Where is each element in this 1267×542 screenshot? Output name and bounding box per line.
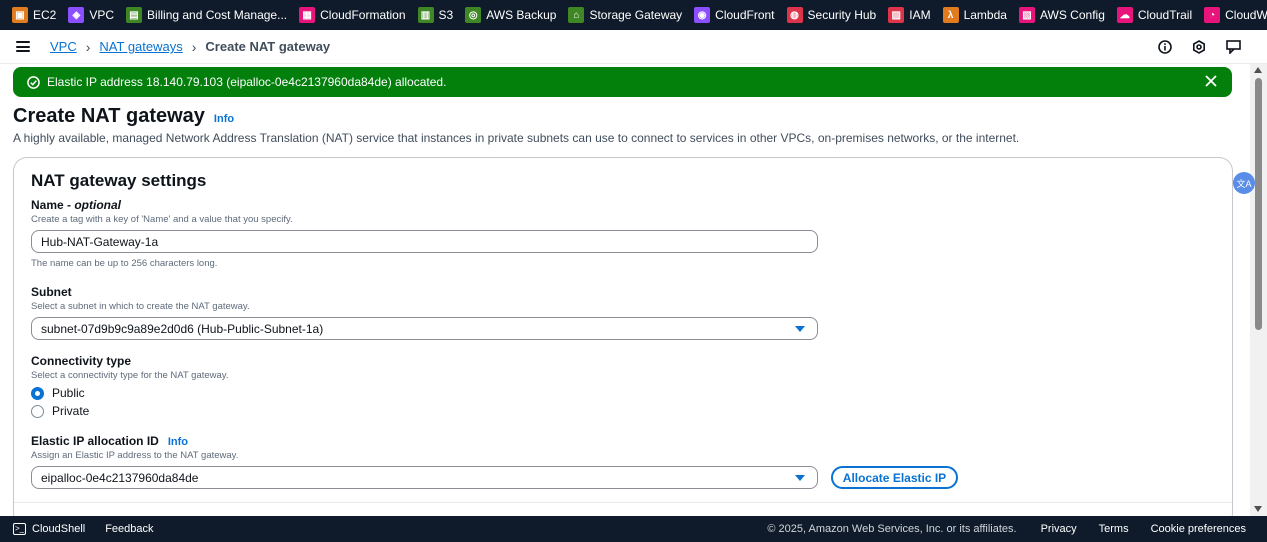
- cloudshell-button[interactable]: >_ CloudShell: [13, 523, 85, 535]
- ec2-icon: ▣: [12, 7, 28, 23]
- allocate-elastic-ip-button[interactable]: Allocate Elastic IP: [831, 466, 958, 489]
- scrollbar-thumb[interactable]: [1255, 78, 1262, 330]
- service-billing[interactable]: ▤ Billing and Cost Manage...: [126, 0, 299, 30]
- scroll-down-arrow-icon[interactable]: [1254, 506, 1262, 512]
- scroll-up-arrow-icon[interactable]: [1254, 67, 1262, 73]
- connectivity-label: Connectivity type: [31, 354, 132, 368]
- radio-selected-icon: [31, 386, 44, 400]
- vpc-icon: ◈: [68, 7, 85, 23]
- footer-links: © 2025, Amazon Web Services, Inc. or its…: [767, 516, 1246, 542]
- storage-gateway-icon: ⌂: [568, 7, 585, 23]
- service-security-hub[interactable]: ◍ Security Hub: [786, 0, 889, 30]
- section-divider: [14, 502, 1232, 503]
- subnet-select[interactable]: subnet-07d9b9c9a89e2d0d6 (Hub-Public-Sub…: [31, 317, 818, 340]
- service-aws-backup[interactable]: ◎ AWS Backup: [465, 0, 568, 30]
- scrollbar[interactable]: [1250, 64, 1267, 516]
- service-favorites-bar: ▣ EC2 ◈ VPC ▤ Billing and Cost Manage... ▦ C…: [0, 0, 1267, 30]
- service-ec2[interactable]: ▣ EC2: [12, 0, 68, 30]
- service-storage-gateway[interactable]: ⌂ Storage Gateway: [568, 0, 694, 30]
- breadcrumb-current: Create NAT gateway: [205, 39, 331, 54]
- cloudwatch-icon: ◔: [1204, 7, 1221, 23]
- section-heading: NAT gateway settings: [31, 171, 207, 190]
- backup-icon: ◎: [465, 7, 482, 23]
- flash-message: Elastic IP address 18.140.79.103 (eipall…: [47, 75, 447, 89]
- name-input[interactable]: Hub-NAT-Gateway-1a: [31, 230, 818, 253]
- service-cloudfront[interactable]: ◉ CloudFront: [694, 0, 786, 30]
- service-vpc[interactable]: ◈ VPC: [68, 0, 126, 30]
- terms-link[interactable]: Terms: [1099, 523, 1129, 535]
- subnet-label: Subnet: [31, 285, 72, 299]
- radio-unselected-icon: [31, 404, 44, 418]
- breadcrumb-vpc[interactable]: VPC: [50, 39, 77, 54]
- cookie-preferences-link[interactable]: Cookie preferences: [1151, 523, 1246, 535]
- cloudfront-icon: ◉: [694, 7, 711, 23]
- close-icon[interactable]: [1204, 74, 1218, 88]
- name-label: Name - optional: [31, 198, 122, 212]
- feedback-link[interactable]: Feedback: [105, 523, 153, 535]
- eip-label: Elastic IP allocation ID Info: [31, 434, 188, 448]
- optional-marker: - optional: [63, 198, 122, 212]
- chevron-right-icon: ›: [191, 38, 197, 55]
- billing-icon: ▤: [126, 7, 143, 23]
- title-info-link[interactable]: Info: [214, 113, 234, 125]
- privacy-link[interactable]: Privacy: [1041, 523, 1077, 535]
- feedback-icon[interactable]: [1225, 39, 1241, 55]
- success-check-icon: [27, 75, 40, 89]
- success-flash: Elastic IP address 18.140.79.103 (eipall…: [13, 67, 1232, 97]
- utility-icons: [1157, 39, 1241, 55]
- caret-down-icon: [795, 475, 805, 481]
- service-s3[interactable]: ▥ S3: [417, 0, 466, 30]
- info-icon[interactable]: [1157, 39, 1173, 55]
- s3-icon: ▥: [417, 7, 434, 23]
- cloudtrail-icon: ☁: [1116, 7, 1133, 23]
- radio-public[interactable]: Public: [31, 386, 85, 400]
- connectivity-description: Select a connectivity type for the NAT g…: [31, 370, 229, 381]
- eip-description: Assign an Elastic IP address to the NAT …: [31, 450, 239, 461]
- breadcrumb-bar: VPC › NAT gateways › Create NAT gateway: [0, 30, 1267, 64]
- service-aws-config[interactable]: ▧ AWS Config: [1018, 0, 1117, 30]
- caret-down-icon: [795, 326, 805, 332]
- security-hub-icon: ◍: [786, 7, 803, 23]
- name-description: Create a tag with a key of 'Name' and a …: [31, 214, 293, 225]
- subnet-description: Select a subnet in which to create the N…: [31, 301, 250, 312]
- menu-icon[interactable]: [16, 41, 30, 52]
- iam-icon: ▨: [888, 7, 905, 23]
- lambda-icon: λ: [942, 7, 959, 23]
- translate-icon[interactable]: 文A: [1233, 172, 1255, 194]
- copyright: © 2025, Amazon Web Services, Inc. or its…: [767, 523, 1017, 535]
- eip-info-link[interactable]: Info: [168, 436, 188, 448]
- settings-icon[interactable]: [1191, 39, 1207, 55]
- nat-gateway-settings-container: NAT gateway settings Name - optional Cre…: [13, 157, 1233, 527]
- breadcrumb-nat-gateways[interactable]: NAT gateways: [99, 39, 182, 54]
- service-cloudformation[interactable]: ▦ CloudFormation: [299, 0, 417, 30]
- service-cloudwatch[interactable]: ◔CloudWatch: [1204, 0, 1267, 30]
- radio-private[interactable]: Private: [31, 404, 89, 418]
- service-lambda[interactable]: λ Lambda: [942, 0, 1019, 30]
- console-footer: >_ CloudShell Feedback © 2025, Amazon Web…: [0, 516, 1267, 542]
- page-title: Create NAT gateway Info: [13, 105, 235, 127]
- chevron-right-icon: ›: [85, 38, 91, 55]
- name-constraint: The name can be up to 256 characters lon…: [31, 258, 218, 269]
- config-icon: ▧: [1018, 7, 1035, 23]
- service-iam[interactable]: ▨ IAM: [888, 0, 942, 30]
- cloudformation-icon: ▦: [299, 7, 316, 23]
- page-description: A highly available, managed Network Addr…: [13, 131, 1020, 145]
- eip-select[interactable]: eipalloc-0e4c2137960da84de: [31, 466, 818, 489]
- terminal-icon: >_: [13, 523, 26, 535]
- service-cloudtrail[interactable]: ☁ CloudTrail: [1116, 0, 1204, 30]
